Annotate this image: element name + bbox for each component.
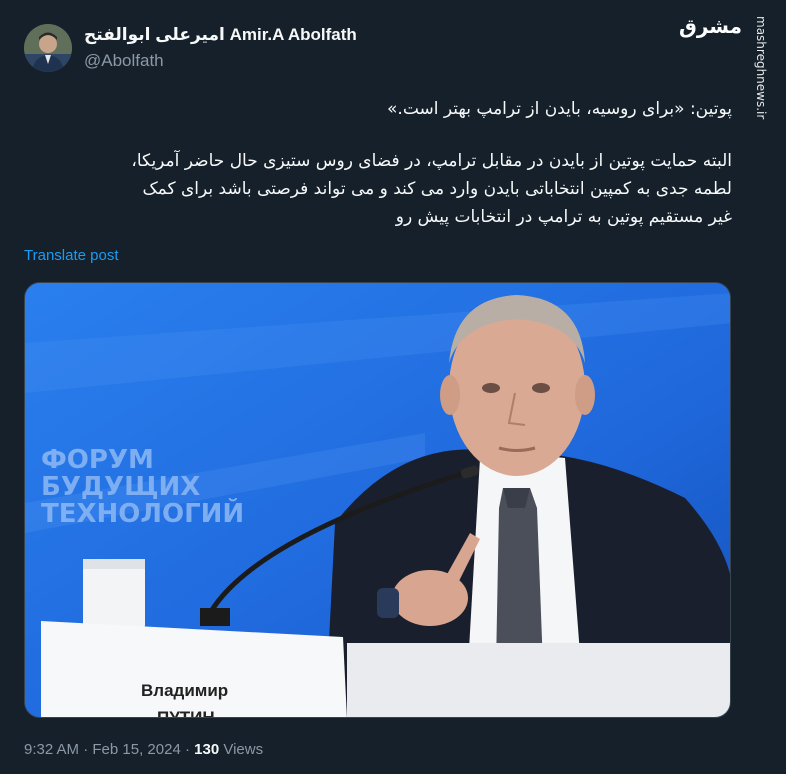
backdrop-text: ТЕХНОЛОГИЙ [41, 497, 244, 529]
backdrop-text: БУДУЩИХ [41, 472, 200, 502]
tweet-meta: 9:32 AM · Feb 15, 2024 · 130 Views [24, 740, 263, 760]
tweet-date[interactable]: Feb 15, 2024 [92, 741, 180, 758]
meta-separator: · [83, 741, 89, 758]
views-count: 130 [194, 741, 220, 758]
watermark-site: mashreghnews.ir [754, 16, 768, 120]
nameplate-first-name: Владимир [141, 681, 228, 700]
tweet-photo[interactable]: ФОРУМ БУДУЩИХ ТЕХНОЛОГИЙ Владимир ПУТИН [24, 282, 731, 718]
tweet-body-line: لطمه جدی به کمپین انتخاباتی بایدن وارد م… [142, 179, 732, 199]
translate-post-link[interactable]: Translate post [24, 246, 119, 266]
tweet-body-line: البته حمایت پوتین از بایدن در مقابل ترام… [131, 151, 732, 171]
watermark-logo: مشرق [678, 14, 742, 38]
author-display-name[interactable]: امیرعلی ابوالفتح Amir.A Abolfath [84, 24, 357, 46]
tweet: امیرعلی ابوالفتح Amir.A Abolfath @Abolfa… [0, 0, 786, 774]
avatar-image [24, 24, 72, 72]
tweet-body-line: غیر مستقیم پوتین به ترامپ در انتخابات پی… [395, 207, 732, 227]
photo-illustration: ФОРУМ БУДУЩИХ ТЕХНОЛОГИЙ Владимир ПУТИН [25, 283, 730, 718]
tweet-text: پوتین: «برای روسیه، بایدن از ترامپ بهتر … [24, 95, 732, 231]
tweet-headline: پوتین: «برای روسیه، بایدن از ترامپ بهتر … [387, 99, 732, 119]
backdrop-text: ФОРУМ [41, 445, 154, 475]
meta-separator: · [184, 741, 190, 758]
avatar[interactable] [24, 24, 72, 72]
views-label: Views [223, 741, 264, 758]
tweet-time[interactable]: 9:32 AM [24, 741, 79, 758]
nameplate-last-name: ПУТИН [157, 708, 215, 718]
author-handle[interactable]: @Abolfath [84, 50, 164, 72]
